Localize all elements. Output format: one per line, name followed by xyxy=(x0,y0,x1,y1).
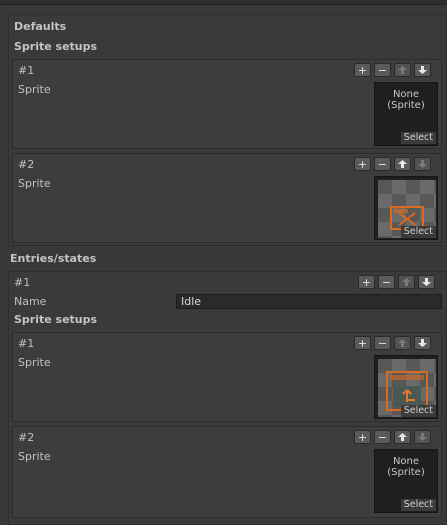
entry-index: #1 xyxy=(14,276,31,289)
sprite-object-field[interactable]: Select xyxy=(374,355,438,419)
minus-icon: − xyxy=(377,430,388,444)
setup-index: #2 xyxy=(18,431,35,444)
name-field-label: Name xyxy=(14,295,47,308)
setup-index: #1 xyxy=(18,64,35,77)
arrow-up-icon xyxy=(398,66,407,74)
sprite-field-label: Sprite xyxy=(18,177,51,190)
move-up-button[interactable] xyxy=(394,336,411,350)
add-button[interactable]: + xyxy=(354,157,371,171)
remove-button[interactable]: − xyxy=(374,336,391,350)
move-down-button[interactable] xyxy=(414,157,431,171)
plus-icon: + xyxy=(357,63,368,77)
sprite-field-label: Sprite xyxy=(18,83,51,96)
add-button[interactable]: + xyxy=(354,430,371,444)
select-button[interactable]: Select xyxy=(400,226,436,238)
add-button[interactable]: + xyxy=(358,275,375,289)
setup-button-row: + − xyxy=(354,430,431,444)
sprite-field-label: Sprite xyxy=(18,356,51,369)
name-input[interactable]: Idle xyxy=(176,294,442,309)
remove-button[interactable]: − xyxy=(378,275,395,289)
sprite-object-field[interactable]: None (Sprite) Select xyxy=(374,82,438,146)
entry-button-row: + − xyxy=(358,275,435,289)
arrow-down-icon xyxy=(418,66,427,74)
sprite-object-field[interactable]: Select xyxy=(374,176,438,240)
move-down-button[interactable] xyxy=(418,275,435,289)
sprite-empty-text: None (Sprite) xyxy=(387,456,425,478)
minus-icon: − xyxy=(377,336,388,350)
plus-icon: + xyxy=(357,430,368,444)
sprite-setups-label: Sprite setups xyxy=(14,313,98,326)
sprite-empty-text: None (Sprite) xyxy=(387,89,425,111)
arrow-up-icon xyxy=(402,278,411,286)
arrow-up-icon xyxy=(398,339,407,347)
arrow-up-icon xyxy=(398,160,407,168)
move-up-button[interactable] xyxy=(394,63,411,77)
move-up-button[interactable] xyxy=(394,157,411,171)
move-down-button[interactable] xyxy=(414,336,431,350)
sprite-field-label: Sprite xyxy=(18,450,51,463)
minus-icon: − xyxy=(377,63,388,77)
setup-index: #2 xyxy=(18,158,35,171)
arrow-down-icon xyxy=(418,160,427,168)
remove-button[interactable]: − xyxy=(374,63,391,77)
setup-button-row: + − xyxy=(354,157,431,171)
minus-icon: − xyxy=(381,275,392,289)
remove-button[interactable]: − xyxy=(374,430,391,444)
plus-icon: + xyxy=(357,157,368,171)
arrow-up-icon xyxy=(398,433,407,441)
entries-heading: Entries/states xyxy=(10,252,97,265)
plus-icon: + xyxy=(361,275,372,289)
plus-icon: + xyxy=(357,336,368,350)
select-button[interactable]: Select xyxy=(400,405,436,417)
move-up-button[interactable] xyxy=(394,430,411,444)
move-down-button[interactable] xyxy=(414,430,431,444)
arrow-down-icon xyxy=(418,339,427,347)
sprite-object-field[interactable]: None (Sprite) Select xyxy=(374,449,438,513)
remove-button[interactable]: − xyxy=(374,157,391,171)
select-button[interactable]: Select xyxy=(400,132,436,144)
add-button[interactable]: + xyxy=(354,336,371,350)
setup-index: #1 xyxy=(18,337,35,350)
arrow-down-icon xyxy=(422,278,431,286)
add-button[interactable]: + xyxy=(354,63,371,77)
minus-icon: − xyxy=(377,157,388,171)
arrow-down-icon xyxy=(418,433,427,441)
setup-button-row: + − xyxy=(354,336,431,350)
defaults-heading: Defaults xyxy=(14,20,67,33)
move-down-button[interactable] xyxy=(414,63,431,77)
setup-button-row: + − xyxy=(354,63,431,77)
sprite-setups-label: Sprite setups xyxy=(14,40,98,53)
select-button[interactable]: Select xyxy=(400,499,436,511)
move-up-button[interactable] xyxy=(398,275,415,289)
top-divider xyxy=(0,0,447,5)
